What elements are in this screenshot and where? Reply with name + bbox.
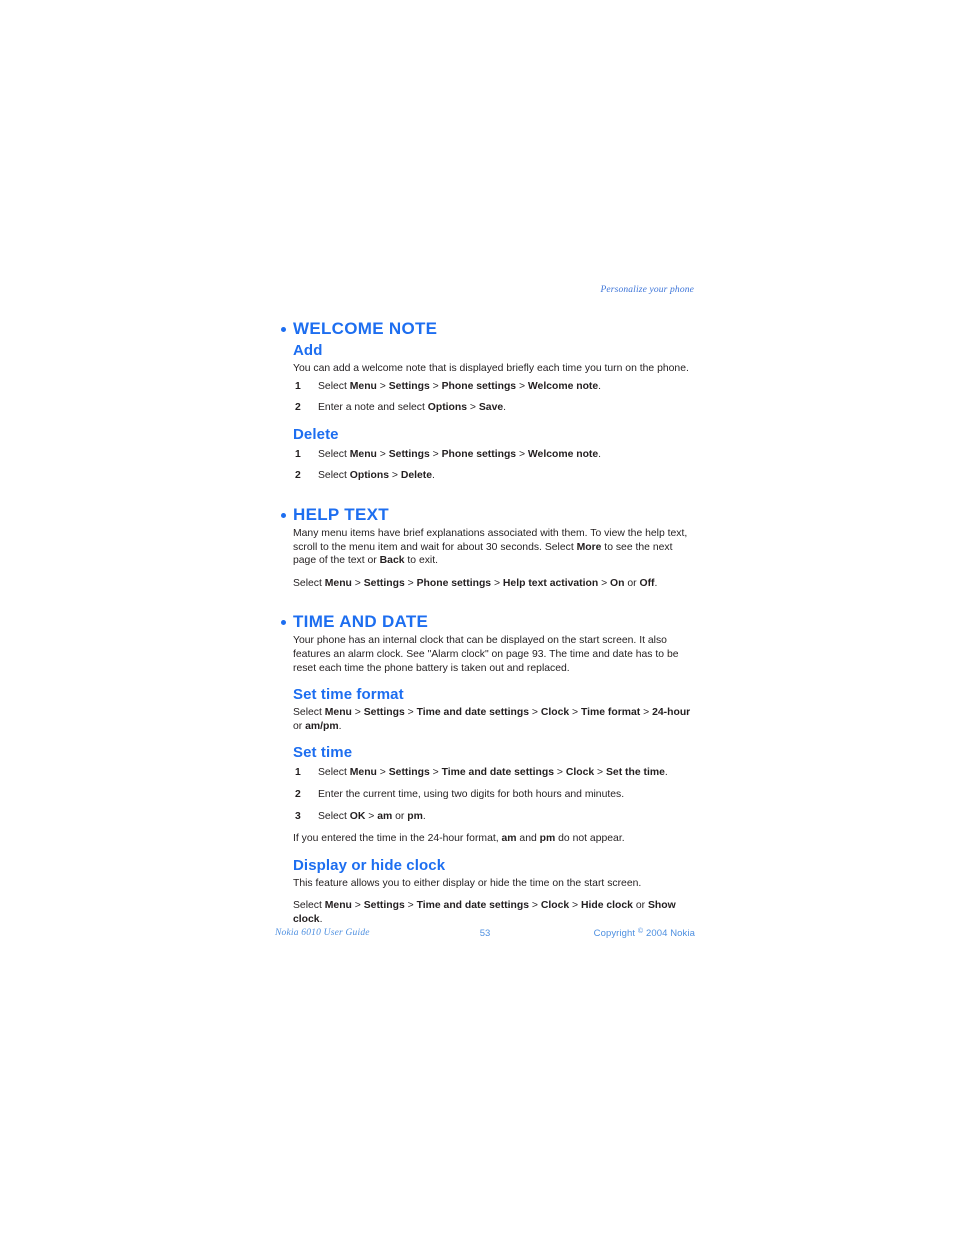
step-number: 2 — [295, 788, 301, 800]
footer-copyright-prefix: Copyright — [593, 928, 636, 939]
step-text: Select Menu > Settings > Phone settings … — [318, 380, 602, 392]
list-item: 1 Select Menu > Settings > Time and date… — [293, 766, 695, 780]
subsection-title-display-or-hide-clock: Display or hide clock — [293, 856, 446, 874]
section-title: WELCOME NOTE — [293, 319, 438, 338]
list-item: 2 Enter the current time, using two digi… — [293, 788, 695, 802]
subsection-title-set-time-format: Set time format — [293, 686, 404, 704]
page-content-column: Personalize your phone WELCOME NOTE Add … — [275, 283, 695, 926]
list-item: 3 Select OK > am or pm. — [293, 810, 695, 824]
step-text: Enter a note and select Options > Save. — [318, 402, 507, 414]
bullet-icon — [281, 327, 286, 332]
section-help-text: HELP TEXT — [275, 505, 695, 525]
bullet-icon — [281, 620, 286, 626]
step-number: 1 — [295, 767, 301, 779]
step-number: 1 — [295, 380, 301, 392]
step-number: 3 — [295, 810, 301, 822]
footer-copyright: Copyright © 2004 Nokia — [594, 928, 695, 939]
step-text: Select Menu > Settings > Phone settings … — [318, 448, 602, 460]
section-welcome-note: WELCOME NOTE — [275, 319, 695, 339]
running-head: Personalize your phone — [600, 285, 694, 295]
paragraph-time-intro: Your phone has an internal clock that ca… — [293, 635, 679, 674]
step-text: Select Menu > Settings > Time and date s… — [318, 767, 668, 779]
page-footer: Nokia 6010 User Guide 53 Copyright © 200… — [275, 928, 695, 944]
steps-list-add: 1 Select Menu > Settings > Phone setting… — [275, 380, 695, 415]
document-page: Personalize your phone WELCOME NOTE Add … — [0, 0, 954, 1235]
step-number: 2 — [295, 470, 301, 482]
paragraph-set-time-note: If you entered the time in the 24-hour f… — [293, 833, 625, 845]
copyright-icon: © — [637, 928, 644, 935]
step-text: Select Options > Delete. — [318, 470, 435, 482]
step-number: 2 — [295, 402, 301, 414]
section-title: HELP TEXT — [293, 504, 389, 524]
subsection-title-delete: Delete — [293, 425, 339, 443]
list-item: 1 Select Menu > Settings > Phone setting… — [293, 380, 695, 394]
paragraph-help-path: Select Menu > Settings > Phone settings … — [293, 577, 658, 589]
paragraph-help-intro: Many menu items have brief explanations … — [293, 527, 688, 567]
paragraph-set-time-format-path: Select Menu > Settings > Time and date s… — [293, 707, 691, 732]
section-title: TIME AND DATE — [293, 612, 429, 632]
subsection-title-add: Add — [293, 342, 323, 359]
list-item: 1 Select Menu > Settings > Phone setting… — [293, 448, 695, 462]
step-text: Select OK > am or pm. — [318, 810, 426, 822]
paragraph-display-clock-path: Select Menu > Settings > Time and date s… — [293, 900, 676, 925]
footer-copyright-suffix: 2004 Nokia — [645, 928, 695, 939]
list-item: 2 Enter a note and select Options > Save… — [293, 401, 695, 415]
steps-list-set-time: 1 Select Menu > Settings > Time and date… — [275, 766, 695, 823]
paragraph-display-clock-intro: This feature allows you to either displa… — [293, 877, 642, 889]
bullet-icon — [281, 512, 286, 518]
paragraph-add-intro: You can add a welcome note that is displ… — [293, 363, 689, 374]
step-number: 1 — [295, 448, 301, 460]
steps-list-delete: 1 Select Menu > Settings > Phone setting… — [275, 448, 695, 483]
section-time-and-date: TIME AND DATE — [275, 612, 695, 632]
list-item: 2 Select Options > Delete. — [293, 469, 695, 483]
step-text: Enter the current time, using two digits… — [318, 788, 625, 800]
subsection-title-set-time: Set time — [293, 744, 353, 762]
